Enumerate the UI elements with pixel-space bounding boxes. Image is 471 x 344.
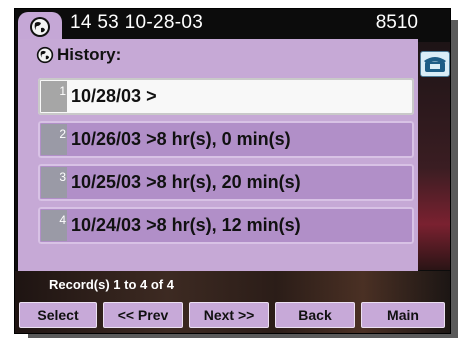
- row-text: 10/26/03 >8 hr(s), 0 min(s): [71, 129, 291, 149]
- panel-title: History:: [57, 45, 122, 64]
- phone-icon[interactable]: [420, 51, 450, 77]
- extension-number: 8510: [375, 12, 418, 33]
- row-text: 10/24/03 >8 hr(s), 12 min(s): [71, 215, 301, 235]
- record-count: Record(s) 1 to 4 of 4: [49, 277, 174, 292]
- row-text: 10/28/03 >: [71, 86, 157, 106]
- prev-softkey[interactable]: << Prev: [103, 302, 183, 328]
- main-softkey[interactable]: Main: [361, 302, 445, 328]
- panel-header: History:: [36, 42, 121, 68]
- globe-icon: [30, 17, 50, 37]
- phone-screen: 14 53 10-28-03 8510 History: 1 10/28/03 …: [14, 8, 451, 334]
- status-bar: 14 53 10-28-03 8510: [15, 9, 450, 42]
- date-time: 14 53 10-28-03: [70, 12, 204, 33]
- history-row[interactable]: 4 10/24/03 >8 hr(s), 12 min(s): [38, 207, 414, 244]
- row-number: 4: [41, 210, 67, 241]
- row-number: 2: [41, 124, 67, 155]
- history-row[interactable]: 1 10/28/03 >: [38, 78, 414, 115]
- next-softkey[interactable]: Next >>: [189, 302, 269, 328]
- history-panel: History: 1 10/28/03 > 2 10/26/03 >8 hr(s…: [18, 39, 418, 271]
- row-text: 10/25/03 >8 hr(s), 20 min(s): [71, 172, 301, 192]
- softkey-bar: Record(s) 1 to 4 of 4 Select << Prev Nex…: [15, 271, 450, 333]
- history-row[interactable]: 2 10/26/03 >8 hr(s), 0 min(s): [38, 121, 414, 158]
- app-tab[interactable]: [18, 12, 62, 42]
- back-softkey[interactable]: Back: [275, 302, 355, 328]
- row-number: 3: [41, 167, 67, 198]
- globe-icon: [36, 46, 54, 64]
- select-softkey[interactable]: Select: [19, 302, 97, 328]
- row-number: 1: [41, 81, 67, 112]
- history-row[interactable]: 3 10/25/03 >8 hr(s), 20 min(s): [38, 164, 414, 201]
